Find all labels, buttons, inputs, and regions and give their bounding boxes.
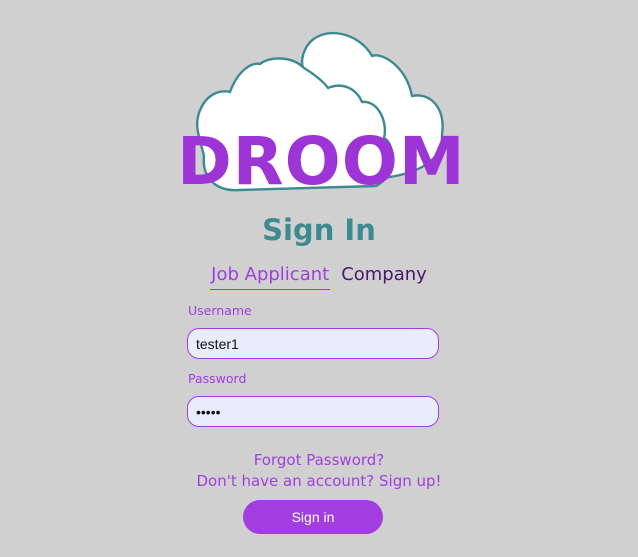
signup-link[interactable]: Don't have an account? Sign up! — [0, 472, 638, 490]
username-input[interactable] — [187, 328, 439, 359]
account-type-tabs: Job Applicant Company — [0, 262, 638, 290]
password-input[interactable] — [187, 396, 439, 427]
signin-button[interactable]: Sign in — [243, 500, 383, 534]
forgot-password-link[interactable]: Forgot Password? — [0, 451, 638, 469]
tab-company[interactable]: Company — [340, 262, 428, 290]
logo-text: DROOM — [177, 123, 466, 200]
password-label: Password — [188, 371, 247, 386]
username-label: Username — [188, 303, 252, 318]
tab-job-applicant[interactable]: Job Applicant — [210, 262, 331, 290]
page-title: Sign In — [262, 213, 376, 247]
